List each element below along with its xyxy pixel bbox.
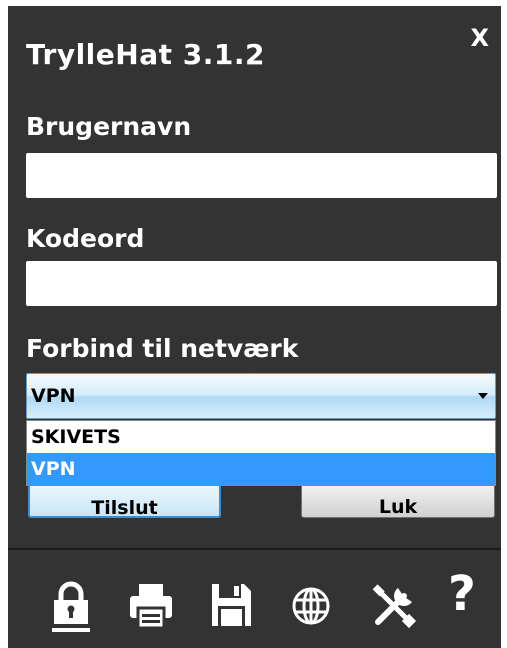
username-label: Brugernavn bbox=[26, 112, 192, 141]
username-input[interactable] bbox=[26, 153, 497, 198]
help-glyph: ? bbox=[448, 566, 476, 622]
network-select[interactable]: VPN bbox=[26, 373, 496, 419]
lock-icon[interactable] bbox=[44, 578, 98, 634]
toolbar: ? bbox=[8, 570, 501, 640]
chevron-down-icon[interactable] bbox=[478, 393, 488, 399]
printer-icon[interactable] bbox=[124, 578, 178, 634]
connect-button[interactable]: Tilslut bbox=[28, 484, 221, 518]
toolbar-divider bbox=[8, 548, 501, 550]
login-window: TrylleHat 3.1.2 X Brugernavn Kodeord For… bbox=[8, 6, 501, 648]
window-title: TrylleHat 3.1.2 bbox=[26, 38, 265, 71]
help-icon[interactable]: ? bbox=[440, 570, 494, 634]
close-window-button[interactable]: X bbox=[470, 24, 489, 52]
network-label: Forbind til netværk bbox=[26, 334, 299, 363]
network-option-vpn[interactable]: VPN bbox=[27, 453, 495, 485]
network-select-value: VPN bbox=[31, 385, 76, 407]
tools-icon[interactable] bbox=[366, 578, 420, 634]
globe-icon[interactable] bbox=[284, 578, 338, 634]
password-input[interactable] bbox=[26, 261, 497, 306]
network-option-skivets[interactable]: SKIVETS bbox=[27, 421, 495, 453]
password-label: Kodeord bbox=[26, 224, 145, 253]
close-button[interactable]: Luk bbox=[301, 484, 495, 518]
network-dropdown-list: SKIVETS VPN bbox=[26, 420, 496, 486]
save-icon[interactable] bbox=[204, 578, 258, 634]
